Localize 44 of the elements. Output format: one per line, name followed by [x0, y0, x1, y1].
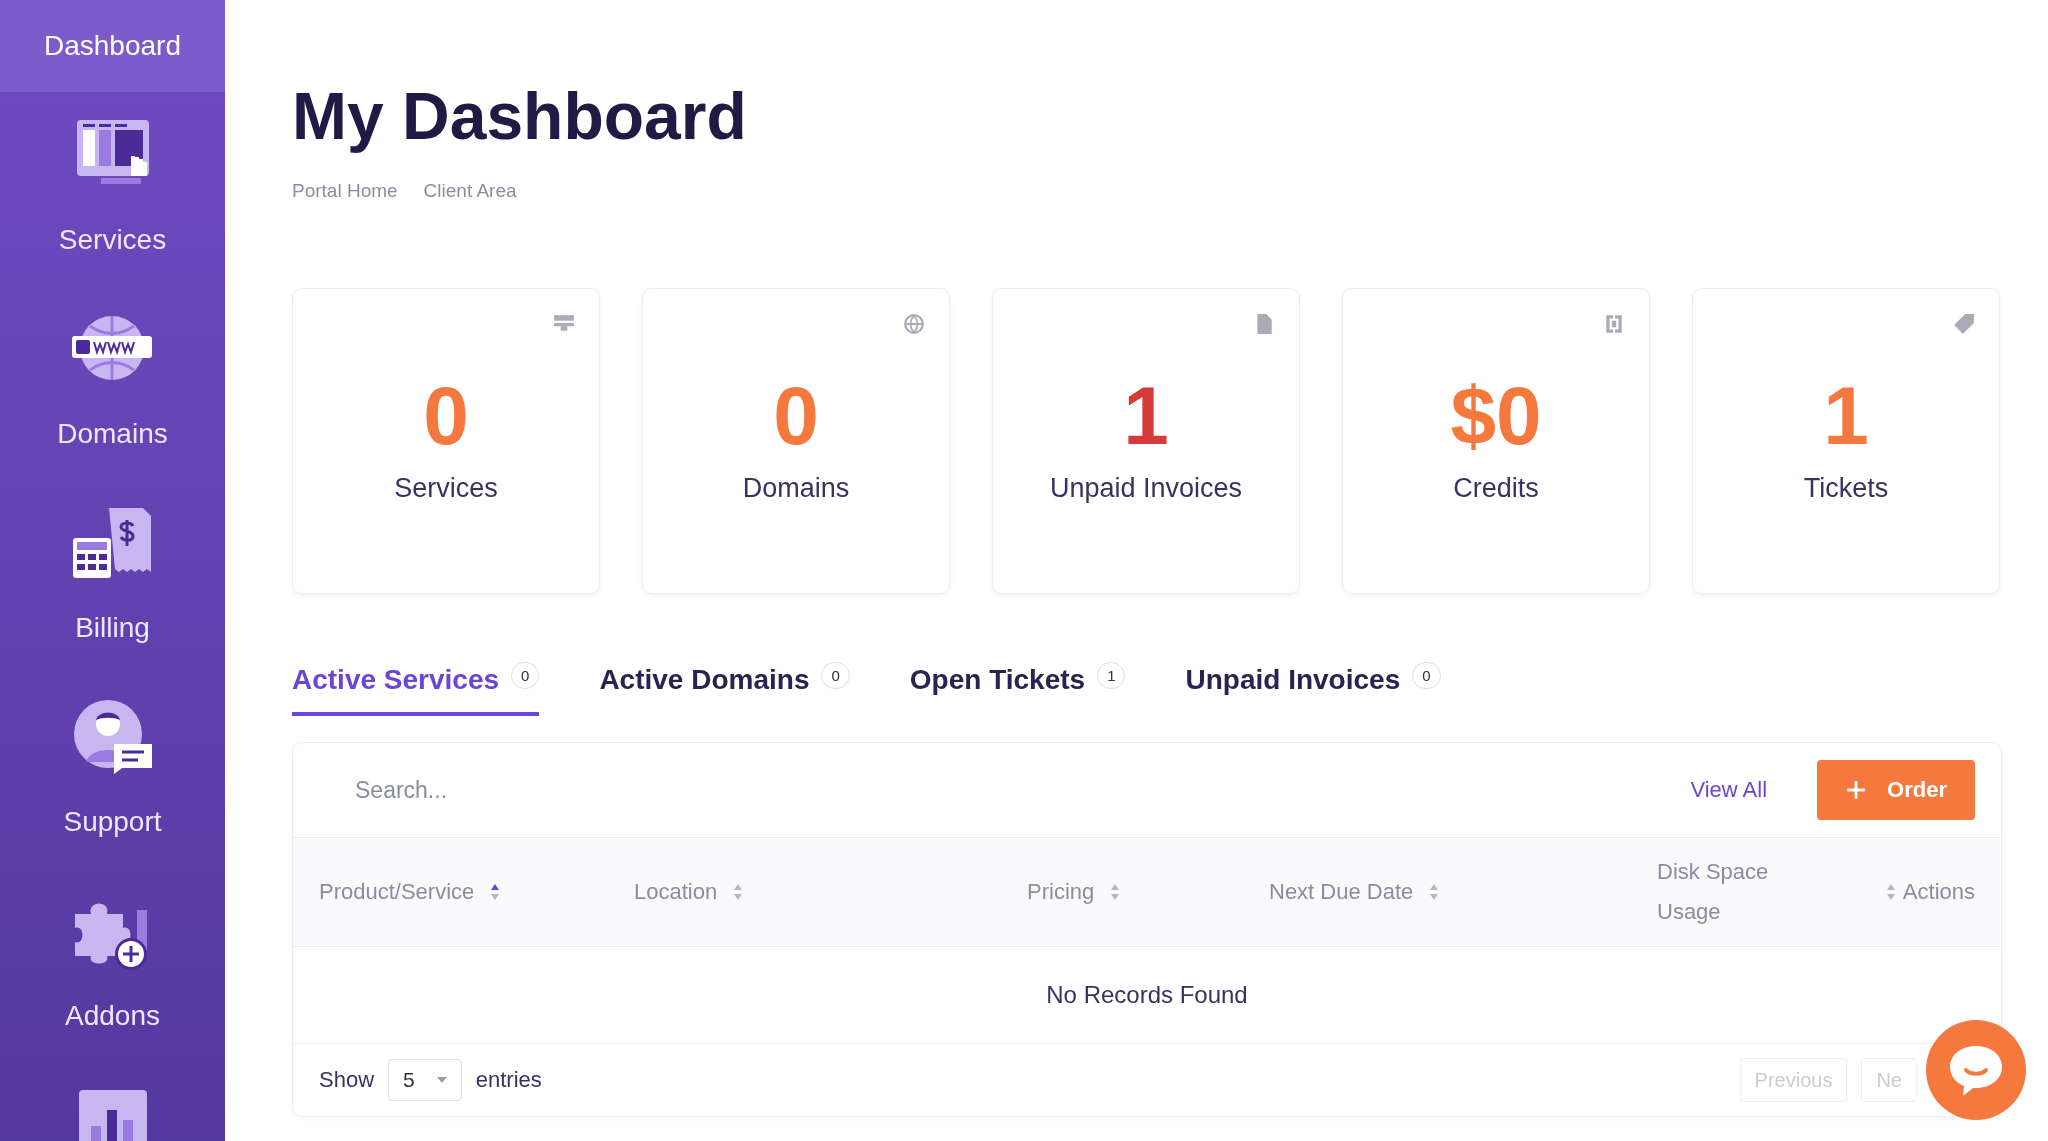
sidebar-link[interactable]: Addons — [65, 1000, 160, 1032]
stat-label: Services — [394, 473, 498, 504]
tag-icon — [1953, 313, 1975, 335]
stat-label: Domains — [742, 473, 850, 504]
sidebar-link[interactable]: Billing — [75, 612, 150, 644]
sidebar-header[interactable]: Dashboard — [0, 0, 225, 92]
stat-value: 0 — [423, 371, 469, 461]
caret-icon — [436, 1077, 447, 1083]
tab[interactable]: Unpaid Invoices 0 — [1185, 664, 1441, 716]
stat-card[interactable]: 1 Tickets — [1692, 288, 2000, 594]
stat-value: 1 — [1823, 371, 1869, 461]
stat-card[interactable]: 0 Services — [292, 288, 600, 594]
page-title: My Dashboard — [292, 78, 748, 155]
show-label: Show — [319, 1067, 375, 1093]
tab[interactable]: Open Tickets 1 — [909, 664, 1126, 716]
breadcrumb-current: Client Area — [423, 180, 517, 202]
column-header[interactable]: Actions — [1902, 879, 1975, 905]
stat-card[interactable]: $0 Credits — [1342, 288, 1650, 594]
stat-card[interactable]: 0 Domains — [642, 288, 950, 594]
breadcrumb-link[interactable]: Portal Home — [292, 180, 398, 202]
globe-icon — [903, 313, 925, 335]
entries-label: entries — [475, 1067, 542, 1093]
sidebar-link[interactable]: Support — [63, 806, 162, 838]
stat-label: Tickets — [1803, 473, 1889, 504]
page-size-select[interactable]: 5 — [388, 1059, 462, 1101]
stat-label: Credits — [1453, 473, 1539, 504]
stat-value: 1 — [1123, 371, 1169, 461]
sidebar-link[interactable]: Services — [58, 224, 167, 256]
column-header[interactable]: Pricing — [1027, 879, 1095, 905]
plus-icon — [1845, 779, 1868, 801]
view-all-link[interactable]: View All — [1690, 777, 1768, 803]
stat-value: $0 — [1450, 371, 1542, 461]
column-header[interactable]: Location — [634, 879, 718, 905]
bracket-icon — [1603, 313, 1625, 335]
stat-label: Unpaid Invoices — [1049, 473, 1243, 504]
tab[interactable]: Active Domains 0 — [599, 664, 850, 716]
column-header[interactable]: Next Due Date — [1269, 879, 1414, 905]
stat-card[interactable]: 1 Unpaid Invoices — [992, 288, 1300, 594]
column-header[interactable]: Disk Space Usage — [1657, 852, 1797, 932]
column-header[interactable]: Product/Service — [319, 879, 475, 905]
stat-value: 0 — [773, 371, 819, 461]
sidebar-link[interactable]: Domains — [57, 418, 168, 450]
tab[interactable]: Active Services 0 — [292, 664, 540, 716]
empty-message: No Records Found — [1046, 981, 1248, 1009]
